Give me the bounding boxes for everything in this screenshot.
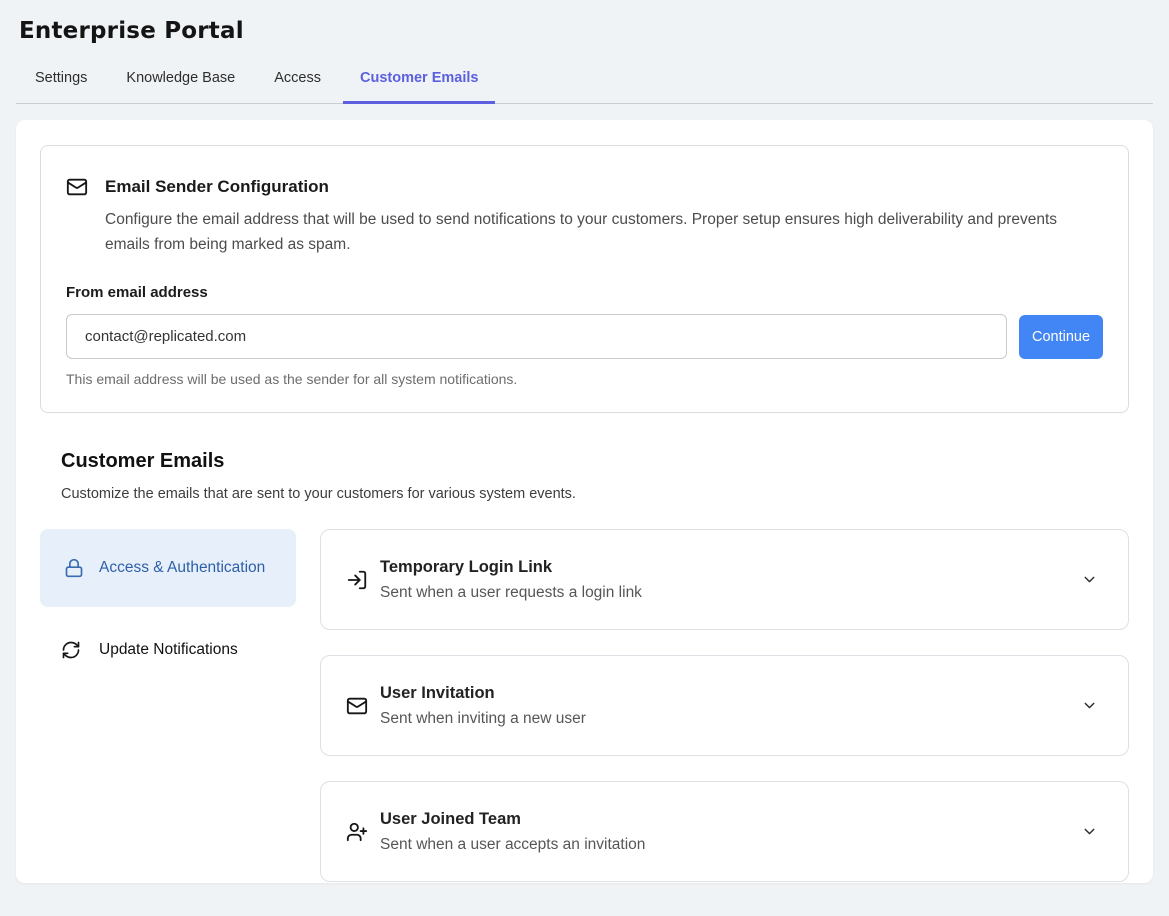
customer-emails-description: Customize the emails that are sent to yo… (61, 486, 1129, 502)
email-category-sidebar: Access & Authentication Update Notificat… (40, 529, 296, 882)
tab-bar: Settings Knowledge Base Access Customer … (16, 58, 1153, 104)
from-email-row: Continue (66, 314, 1103, 359)
chevron-down-icon[interactable] (1081, 823, 1098, 840)
accordion-subtitle: Sent when a user accepts an invitation (380, 836, 1081, 854)
continue-button[interactable]: Continue (1019, 315, 1103, 359)
main-panel: Email Sender Configuration Configure the… (16, 120, 1153, 883)
accordion-user-joined-team[interactable]: User Joined Team Sent when a user accept… (320, 781, 1129, 882)
from-email-input[interactable] (66, 314, 1007, 359)
tab-knowledge-base[interactable]: Knowledge Base (109, 58, 252, 104)
mail-icon (346, 695, 368, 717)
accordion-title: User Joined Team (380, 810, 1081, 829)
login-icon (346, 569, 368, 591)
sidebar-item-label: Update Notifications (99, 637, 238, 663)
accordion-subtitle: Sent when inviting a new user (380, 710, 1081, 728)
accordion-title: Temporary Login Link (380, 558, 1081, 577)
tab-access[interactable]: Access (257, 58, 338, 104)
accordion-user-invitation[interactable]: User Invitation Sent when inviting a new… (320, 655, 1129, 756)
accordion-temporary-login-link[interactable]: Temporary Login Link Sent when a user re… (320, 529, 1129, 630)
customer-emails-title: Customer Emails (61, 450, 1129, 473)
email-sender-card: Email Sender Configuration Configure the… (40, 145, 1129, 413)
email-template-list: Temporary Login Link Sent when a user re… (320, 529, 1129, 882)
from-email-helper: This email address will be used as the s… (66, 371, 1103, 387)
chevron-down-icon[interactable] (1081, 697, 1098, 714)
user-plus-icon (346, 821, 368, 843)
sidebar-item-access-authentication[interactable]: Access & Authentication (40, 529, 296, 607)
refresh-icon (61, 640, 81, 660)
tab-settings[interactable]: Settings (18, 58, 104, 104)
email-sender-title: Email Sender Configuration (105, 176, 329, 197)
customer-emails-content: Access & Authentication Update Notificat… (40, 529, 1129, 882)
page-title: Enterprise Portal (19, 18, 1169, 44)
lock-icon (64, 558, 84, 578)
email-sender-header: Email Sender Configuration (66, 176, 1103, 198)
email-sender-description: Configure the email address that will be… (105, 207, 1083, 257)
from-email-label: From email address (66, 284, 1103, 301)
customer-emails-header: Customer Emails Customize the emails tha… (61, 450, 1129, 502)
accordion-text: Temporary Login Link Sent when a user re… (380, 558, 1081, 602)
accordion-subtitle: Sent when a user requests a login link (380, 584, 1081, 602)
tab-customer-emails[interactable]: Customer Emails (343, 58, 495, 104)
sidebar-item-label: Access & Authentication (99, 555, 265, 581)
chevron-down-icon[interactable] (1081, 571, 1098, 588)
accordion-text: User Invitation Sent when inviting a new… (380, 684, 1081, 728)
accordion-title: User Invitation (380, 684, 1081, 703)
mail-icon (66, 176, 88, 198)
sidebar-item-update-notifications[interactable]: Update Notifications (40, 624, 296, 676)
accordion-text: User Joined Team Sent when a user accept… (380, 810, 1081, 854)
